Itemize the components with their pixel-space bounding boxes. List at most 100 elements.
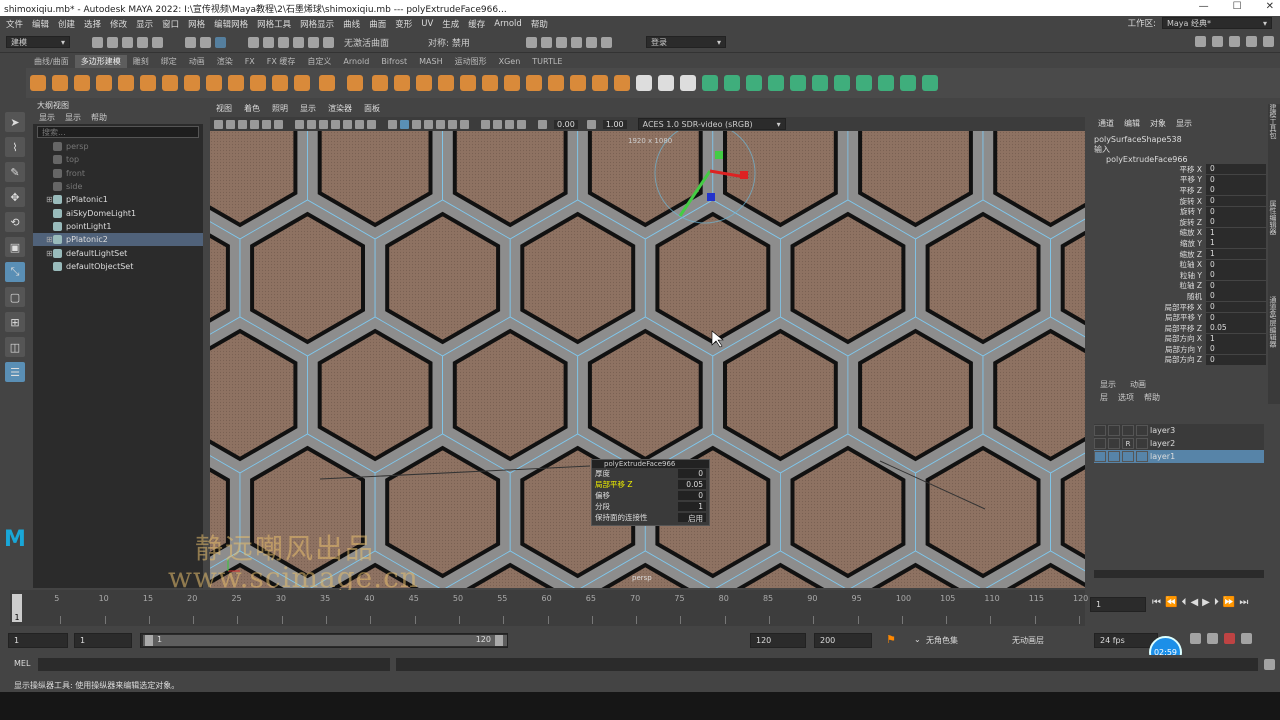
channel-value[interactable]: 1	[1206, 333, 1266, 344]
combine-icon[interactable]	[394, 75, 410, 91]
channel-row[interactable]: 缩放 Y 1	[1088, 238, 1268, 249]
gamma-value[interactable]: 1.00	[602, 119, 627, 129]
smooth-icon[interactable]	[438, 75, 454, 91]
animation-prefs-icon[interactable]	[1241, 633, 1252, 644]
layer-row[interactable]: layer1	[1094, 450, 1264, 463]
menu-item[interactable]: 帮助	[531, 18, 548, 30]
xray-components-icon[interactable]	[517, 119, 526, 129]
channel-box-icon[interactable]	[1263, 36, 1274, 47]
shelf-tab[interactable]: TURTLE	[526, 55, 568, 68]
two-view-layout-icon[interactable]: ◫	[5, 337, 25, 357]
viewport-menu-item[interactable]: 视图	[216, 103, 232, 115]
outliner-menu-display[interactable]: 显示	[39, 112, 55, 124]
menu-item[interactable]: 网格显示	[300, 18, 334, 30]
super-shape-icon[interactable]	[206, 75, 222, 91]
undo-icon[interactable]	[137, 36, 148, 48]
menu-item[interactable]: Arnold	[494, 19, 522, 29]
open-scene-icon[interactable]	[107, 36, 118, 48]
menu-item[interactable]: 创建	[58, 18, 75, 30]
side-tab[interactable]: 属性编辑器	[1268, 200, 1278, 290]
safe-title-icon[interactable]	[367, 119, 376, 129]
minimize-button[interactable]: —	[1199, 1, 1209, 12]
default-material-icon[interactable]	[412, 119, 421, 129]
play-backward-icon[interactable]: ◀	[1190, 597, 1198, 608]
menu-item[interactable]: 曲线	[343, 18, 360, 30]
quad-draw-icon[interactable]	[724, 75, 740, 91]
layer-name[interactable]: layer2	[1150, 439, 1175, 448]
knife-icon[interactable]	[702, 75, 718, 91]
visibility-toggle[interactable]	[1094, 425, 1106, 436]
render-settings-icon[interactable]	[571, 36, 582, 48]
exposure-value[interactable]: 0.00	[554, 119, 578, 129]
go-to-end-icon[interactable]: ⏭	[1239, 597, 1248, 608]
expand-icon[interactable]: ⊞	[46, 195, 53, 204]
shelf-tab[interactable]: 雕刻	[127, 55, 155, 68]
dialog-row[interactable]: 分段 1	[592, 501, 709, 512]
select-tool-icon[interactable]: ➤	[5, 112, 25, 132]
type-icon[interactable]	[228, 75, 244, 91]
menu-item[interactable]: 变形	[395, 18, 412, 30]
layer-menu-item[interactable]: 帮助	[1144, 392, 1160, 403]
dialog-row-value[interactable]: 启用	[678, 513, 706, 523]
animation-end-field[interactable]: 200	[814, 633, 872, 648]
step-back-key-icon[interactable]: ⏪	[1165, 597, 1177, 608]
channel-value[interactable]: 0	[1206, 312, 1266, 323]
channel-value[interactable]: 0	[1206, 185, 1266, 196]
single-perspective-layout-icon[interactable]: ▢	[5, 287, 25, 307]
hypershade-icon[interactable]	[586, 36, 597, 48]
cut-uv-icon[interactable]	[878, 75, 894, 91]
channel-box-menu-item[interactable]: 编辑	[1124, 118, 1140, 129]
dialog-row-value[interactable]: 1	[678, 502, 706, 511]
outliner-item[interactable]: aiSkyDomeLight1	[33, 206, 203, 219]
channel-value[interactable]: 1	[1206, 238, 1266, 249]
unfold-icon[interactable]	[812, 75, 828, 91]
color-swatch[interactable]	[1136, 425, 1148, 436]
channel-box-menu-item[interactable]: 对象	[1150, 118, 1166, 129]
play-forward-icon[interactable]: ▶	[1202, 597, 1210, 608]
dialog-row-value[interactable]: 0	[678, 491, 706, 500]
go-to-start-icon[interactable]: ⏮	[1152, 597, 1161, 608]
channel-value[interactable]: 0	[1206, 174, 1266, 185]
playback-toggle[interactable]	[1108, 451, 1120, 462]
snap-live-icon[interactable]	[308, 36, 319, 48]
target-weld-icon[interactable]	[658, 75, 674, 91]
soccer-ball-icon[interactable]	[347, 75, 363, 91]
channel-box-menu-item[interactable]: 显示	[1176, 118, 1192, 129]
safe-action-icon[interactable]	[355, 119, 364, 129]
menu-set-dropdown[interactable]: 建模 ▾	[6, 36, 70, 48]
channel-box-menu-item[interactable]: 通道	[1098, 118, 1114, 129]
select-object-icon[interactable]	[200, 36, 211, 48]
outliner-item[interactable]: persp	[33, 140, 203, 153]
auto-map-icon[interactable]	[790, 75, 806, 91]
channel-value[interactable]: 0	[1206, 164, 1266, 175]
playback-start-field[interactable]: 1	[74, 633, 132, 648]
layer-row[interactable]: layer3	[1094, 424, 1264, 437]
outliner-menu-help[interactable]: 帮助	[91, 112, 107, 124]
reference-toggle[interactable]	[1122, 425, 1134, 436]
bookmark-icon[interactable]	[238, 119, 247, 129]
input-node-name[interactable]: polyExtrudeFace966	[1088, 155, 1268, 164]
layer-name[interactable]: layer1	[1150, 452, 1175, 461]
multi-cut-icon[interactable]	[636, 75, 652, 91]
chevron-down-icon[interactable]: ⌄	[914, 635, 921, 644]
fill-hole-icon[interactable]	[614, 75, 630, 91]
channel-value[interactable]: 0	[1206, 344, 1266, 355]
step-back-frame-icon[interactable]: ⏴	[1181, 597, 1186, 608]
channel-row[interactable]: 局部方向 X 1	[1088, 333, 1268, 345]
side-tab[interactable]: 通道盒/层编辑器	[1268, 296, 1278, 386]
pause-icon[interactable]	[601, 36, 612, 48]
shelf-tab[interactable]: FX 缓存	[261, 55, 302, 68]
disc-icon[interactable]	[162, 75, 178, 91]
select-camera-icon[interactable]	[214, 119, 223, 129]
outliner-item[interactable]: side	[33, 180, 203, 193]
shelf-tab[interactable]: 渲染	[211, 55, 239, 68]
lighting-icon[interactable]	[436, 119, 445, 129]
outliner-layout-icon[interactable]: ☰	[5, 362, 25, 382]
ssao-icon[interactable]	[460, 119, 469, 129]
channel-value[interactable]: 0.05	[1206, 323, 1266, 334]
channel-row[interactable]: 旋转 X 0	[1088, 196, 1268, 207]
tool-settings-icon[interactable]	[1246, 36, 1257, 47]
xray-icon[interactable]	[493, 119, 502, 129]
select-component-icon[interactable]	[215, 36, 226, 48]
menu-item[interactable]: 网格工具	[257, 18, 291, 30]
